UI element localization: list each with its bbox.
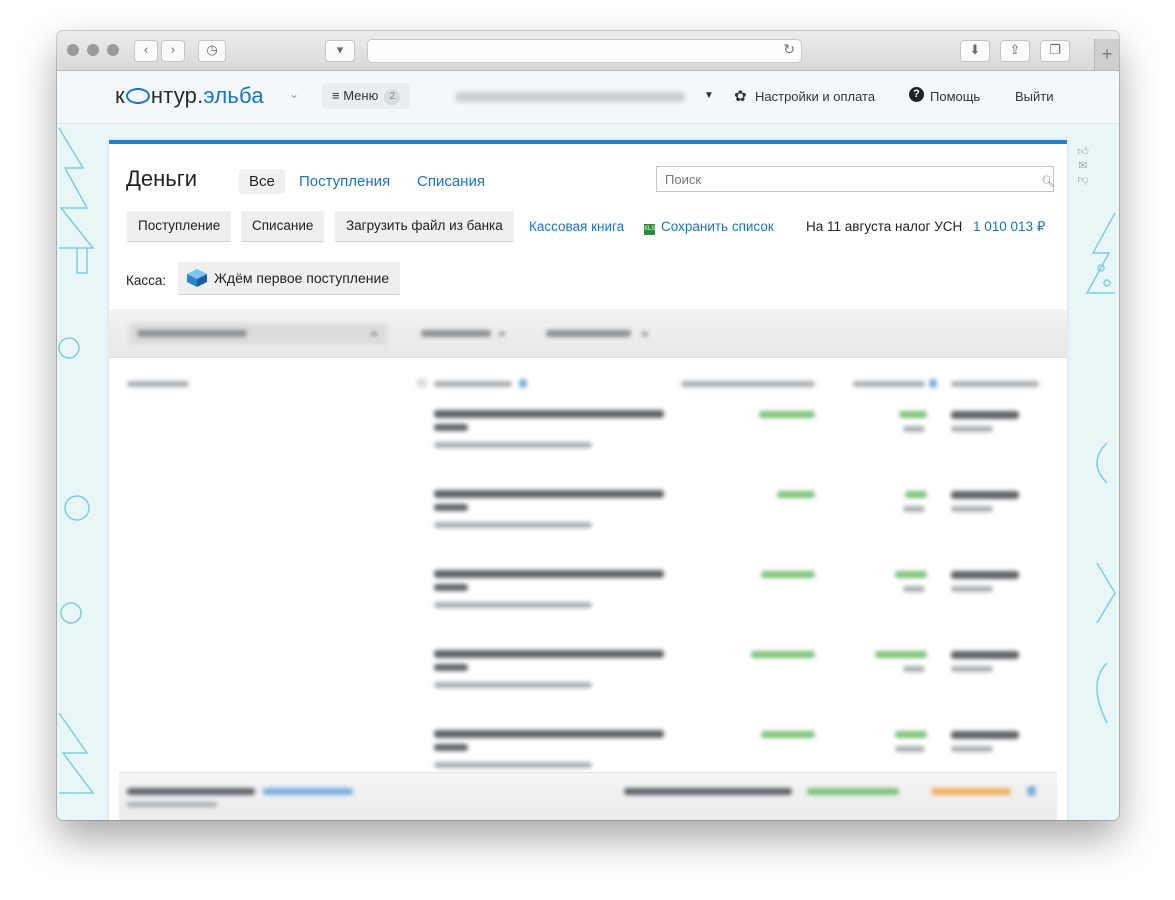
mail-icon[interactable]: ✉ bbox=[1075, 160, 1091, 171]
history-button[interactable]: ◷ bbox=[198, 40, 226, 62]
minimize-window-button[interactable] bbox=[87, 44, 99, 56]
plus-icon: + bbox=[1101, 44, 1113, 64]
reload-icon[interactable]: ↻ bbox=[783, 42, 795, 58]
table-row[interactable] bbox=[109, 402, 1067, 482]
summary-bar bbox=[119, 772, 1057, 820]
kassa-label: Касса: bbox=[126, 273, 167, 288]
help-icon: ? bbox=[909, 87, 924, 102]
money-panel: Деньги Все Поступления Списания 🔍︎ Посту… bbox=[109, 140, 1067, 820]
downloads-button[interactable]: ⬇ bbox=[960, 40, 990, 62]
clock-icon: ◷ bbox=[206, 43, 218, 58]
menu-badge: 2 bbox=[384, 88, 401, 105]
page-title: Деньги bbox=[126, 166, 198, 191]
table-row[interactable] bbox=[109, 642, 1067, 722]
zoom-window-button[interactable] bbox=[107, 44, 119, 56]
browser-toolbar: ‹ › ◷ ▾ ↻ ⬇ ⇪ ❐ + bbox=[57, 31, 1119, 71]
help-link[interactable]: Помощь bbox=[930, 89, 980, 104]
feedback-side-icons[interactable]: 👍︎ ✉ 👎︎ bbox=[1075, 146, 1091, 188]
back-button[interactable]: ‹ bbox=[134, 40, 158, 62]
settings-link[interactable]: Настройки и оплата bbox=[755, 89, 875, 104]
kassa-status-text: Ждём первое поступление bbox=[214, 270, 390, 286]
tab-all[interactable]: Все bbox=[239, 169, 285, 194]
cube-icon bbox=[187, 269, 207, 287]
browser-window: ‹ › ◷ ▾ ↻ ⬇ ⇪ ❐ + к нтур.эльба ⌄ ≡ Меню 2 … bbox=[57, 31, 1119, 820]
chevron-down-icon[interactable]: ⌄ bbox=[289, 87, 299, 101]
pocket-icon: ▾ bbox=[336, 43, 344, 58]
tab-income[interactable]: Поступления bbox=[299, 173, 390, 190]
tax-due-text: На 11 августа налог УСН bbox=[806, 219, 963, 234]
close-window-button[interactable] bbox=[67, 44, 79, 56]
xls-icon: XLS bbox=[644, 224, 655, 235]
tabs-overview-button[interactable]: ❐ bbox=[1040, 40, 1070, 62]
logo-text-middle: нтур. bbox=[150, 83, 204, 108]
thumb-down-icon[interactable]: 👎︎ bbox=[1075, 174, 1091, 185]
logo-text-start: к bbox=[115, 83, 125, 108]
logo-text-accent: эльба bbox=[203, 83, 264, 108]
download-icon: ⬇ bbox=[969, 43, 981, 58]
search-icon[interactable]: 🔍︎ bbox=[1041, 175, 1055, 188]
filter-bar bbox=[109, 309, 1067, 358]
table-row[interactable] bbox=[109, 482, 1067, 562]
share-icon: ⇪ bbox=[1009, 43, 1021, 58]
share-button[interactable]: ⇪ bbox=[1000, 40, 1030, 62]
thumb-up-icon[interactable]: 👍︎ bbox=[1075, 146, 1091, 157]
tax-amount-link[interactable]: 1 010 013 ₽ bbox=[973, 219, 1045, 235]
pocket-button[interactable]: ▾ bbox=[325, 40, 355, 62]
kontur-elba-logo[interactable]: к нтур.эльба bbox=[115, 83, 264, 109]
save-list-link[interactable]: XLS Сохранить список bbox=[644, 219, 774, 235]
cash-book-link[interactable]: Кассовая книга bbox=[529, 219, 624, 234]
tab-expenses[interactable]: Списания bbox=[417, 173, 485, 190]
christmas-decor-right bbox=[1085, 212, 1116, 724]
menu-button[interactable]: ≡ Меню 2 bbox=[322, 83, 411, 109]
forward-button[interactable]: › bbox=[161, 40, 185, 62]
table-row[interactable] bbox=[109, 562, 1067, 642]
kassa-status-button[interactable]: Ждём первое поступление bbox=[178, 262, 400, 295]
new-tab-button[interactable]: + bbox=[1094, 39, 1119, 70]
chevron-left-icon: ‹ bbox=[143, 43, 149, 58]
logout-link[interactable]: Выйти bbox=[1015, 89, 1054, 104]
menu-label: ≡ Меню bbox=[332, 88, 379, 103]
gear-icon: ✿ bbox=[734, 87, 747, 105]
logo-ring-icon bbox=[125, 88, 150, 105]
caret-down-icon[interactable]: ▼ bbox=[704, 90, 714, 101]
christmas-decor-left bbox=[58, 127, 95, 794]
save-list-label: Сохранить список bbox=[661, 219, 774, 234]
add-income-button[interactable]: Поступление bbox=[127, 211, 232, 242]
tabs-icon: ❐ bbox=[1049, 43, 1061, 58]
search-input[interactable] bbox=[656, 166, 1054, 192]
organization-name-blurred[interactable] bbox=[455, 92, 685, 102]
address-bar[interactable]: ↻ bbox=[367, 39, 802, 63]
upload-bank-file-button[interactable]: Загрузить файл из банка bbox=[335, 211, 514, 242]
chevron-right-icon: › bbox=[170, 43, 176, 58]
add-expense-button[interactable]: Списание bbox=[241, 211, 325, 242]
site-header: к нтур.эльба ⌄ ≡ Меню 2 ▼ ✿ Настройки и оп… bbox=[57, 71, 1119, 124]
